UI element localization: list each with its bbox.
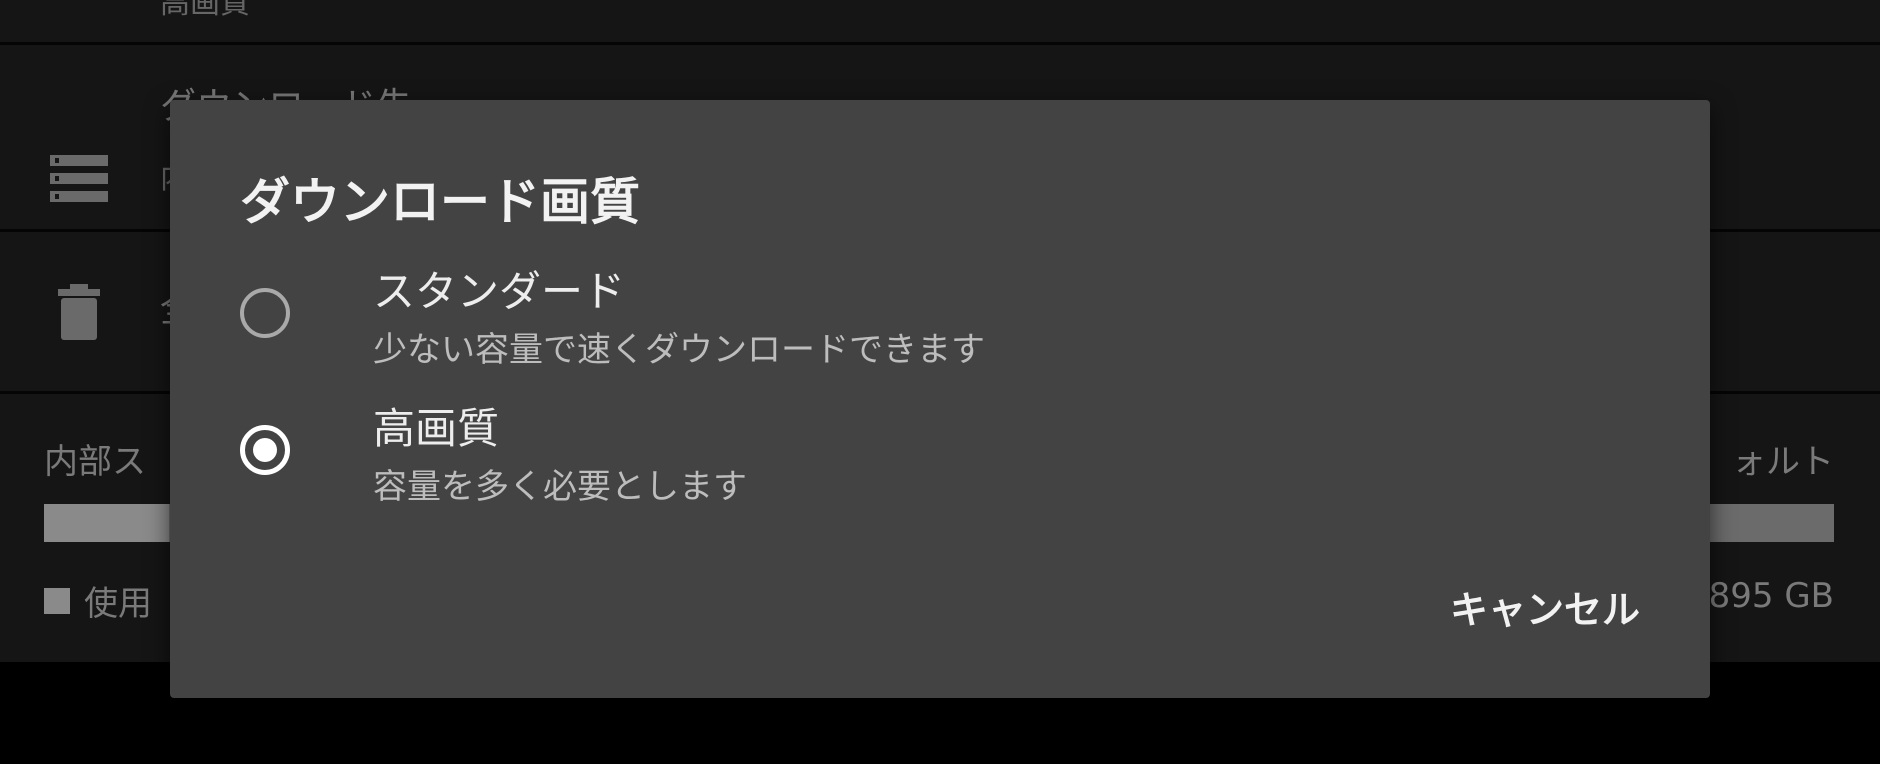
download-quality-dialog: ダウンロード画質 スタンダード 少ない容量で速くダウンロードできます 高画質 容… [170,100,1710,698]
video-quality-row[interactable]: 高画質 [0,0,1880,45]
used-color-swatch [44,587,70,614]
cancel-button[interactable]: キャンセル [1444,571,1646,642]
storage-device-label: 内部ス [44,442,146,482]
trash-icon [58,284,100,344]
settings-screen: 高画質 ダウンロード先 内 [0,0,1880,764]
option-standard-description: 少ない容量で速くダウンロードできます [373,330,985,370]
storage-icon [50,155,108,207]
storage-used-legend: 使用 [44,576,152,625]
storage-usage-fill [44,504,170,542]
dialog-title: ダウンロード画質 [240,173,640,231]
option-high-quality-label: 高画質 [373,404,500,453]
storage-free-value: 895 GB [1708,576,1834,616]
radio-selected-dot [253,438,277,462]
option-standard[interactable]: スタンダード 少ない容量で速くダウンロードできます [240,258,1540,378]
radio-high-quality[interactable] [240,425,290,475]
option-high-quality-description: 容量を多く必要とします [373,467,747,507]
option-standard-label: スタンダード [373,267,626,316]
storage-default-label: ォルト [1732,442,1834,482]
storage-used-label: 使用 [84,584,152,624]
video-quality-value: 高画質 [160,0,250,21]
option-high-quality[interactable]: 高画質 容量を多く必要とします [240,395,1540,515]
radio-standard[interactable] [240,288,290,338]
